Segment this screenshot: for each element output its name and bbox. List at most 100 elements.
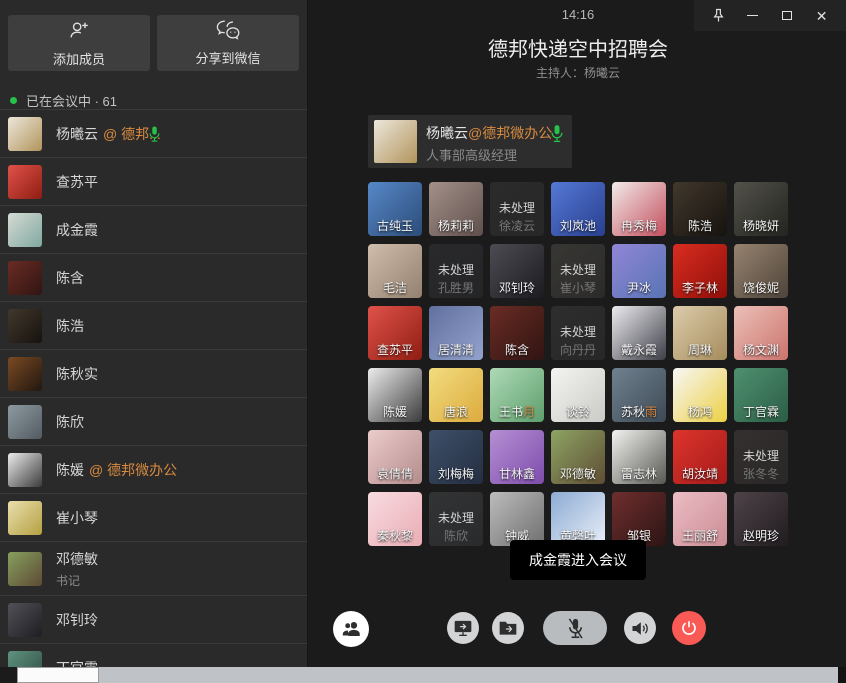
member-row[interactable]: 陈含 <box>0 253 307 301</box>
share-file-button[interactable] <box>492 612 524 644</box>
add-member-label: 添加成员 <box>53 49 105 68</box>
member-name: 陈欣 <box>56 414 84 430</box>
participant-name: 周琳 <box>673 341 727 358</box>
participant-tile[interactable]: 王书月 <box>490 368 544 422</box>
speaker-volume-button[interactable] <box>624 612 656 644</box>
participant-tile[interactable]: 刘岚池 <box>551 182 605 236</box>
member-row[interactable]: 查苏平 <box>0 157 307 205</box>
screen-share-icon <box>453 618 473 638</box>
meeting-title: 德邦快递空中招聘会 <box>368 33 788 62</box>
mic-muted-icon <box>565 617 586 640</box>
participant-tile[interactable]: 刘梅梅 <box>429 430 483 484</box>
participant-tile[interactable]: 未处理张冬冬 <box>734 430 788 484</box>
participant-tile[interactable]: 杨鸿 <box>673 368 727 422</box>
participant-tile[interactable]: 袁倩倩 <box>368 430 422 484</box>
participant-tile[interactable]: 秦秋黎 <box>368 492 422 546</box>
horizontal-scrollbar[interactable] <box>0 667 846 683</box>
wechat-icon <box>216 19 240 43</box>
participant-tile[interactable]: 冉秀梅 <box>612 182 666 236</box>
member-name: 杨曦云 <box>56 126 98 142</box>
participant-tile[interactable]: 未处理陈欣 <box>429 492 483 546</box>
participant-tile[interactable]: 黄磬叶 <box>551 492 605 546</box>
close-icon: ✕ <box>816 9 828 23</box>
participant-tile[interactable]: 未处理徐凌云 <box>490 182 544 236</box>
participant-tile[interactable]: 古纯玉 <box>368 182 422 236</box>
participant-name: 向丹丹 <box>551 341 605 358</box>
member-row[interactable]: 邓钊玲 <box>0 595 307 643</box>
participant-tile[interactable]: 甘林鑫 <box>490 430 544 484</box>
participant-tile[interactable]: 未处理孔胜男 <box>429 244 483 298</box>
participant-tile[interactable]: 毛洁 <box>368 244 422 298</box>
participant-tile[interactable]: 王丽舒 <box>673 492 727 546</box>
member-row[interactable]: 邓德敏书记 <box>0 541 307 595</box>
participant-tile[interactable]: 赵明珍 <box>734 492 788 546</box>
scrollbar-corner-right <box>838 667 846 683</box>
member-row[interactable]: 陈欣 <box>0 397 307 445</box>
participant-tile[interactable]: 苏秋雨 <box>612 368 666 422</box>
participant-tile[interactable]: 戴永霞 <box>612 306 666 360</box>
scrollbar-corner-left <box>0 667 17 683</box>
scrollbar-thumb[interactable] <box>17 667 99 683</box>
participant-tile[interactable]: 饶俊妮 <box>734 244 788 298</box>
members-button[interactable] <box>333 611 369 647</box>
member-row[interactable]: 陈浩 <box>0 301 307 349</box>
participant-tile[interactable]: 谈铃 <box>551 368 605 422</box>
participant-name: 徐凌云 <box>490 217 544 234</box>
meeting-main: ✕ 14:16 德邦快递空中招聘会 主持人：杨曦云 杨曦云@德邦微办公 人事部高… <box>308 0 846 667</box>
leave-meeting-button[interactable] <box>672 611 706 645</box>
participant-name: 居清清 <box>429 341 483 358</box>
participant-tile[interactable]: 李子林 <box>673 244 727 298</box>
member-avatar <box>8 552 42 586</box>
participant-tile[interactable]: 未处理向丹丹 <box>551 306 605 360</box>
member-name: 陈含 <box>56 270 84 286</box>
unprocessed-badge: 未处理 <box>551 323 605 340</box>
participant-tile[interactable]: 陈浩 <box>673 182 727 236</box>
participant-tile[interactable]: 杨莉莉 <box>429 182 483 236</box>
active-speaker-card[interactable]: 杨曦云@德邦微办公 人事部高级经理 <box>368 115 572 168</box>
speaker-name: 杨曦云 <box>426 125 468 141</box>
member-name: 查苏平 <box>56 174 98 190</box>
participant-tile[interactable]: 陈媛 <box>368 368 422 422</box>
participant-tile[interactable]: 尹冰 <box>612 244 666 298</box>
speaker-mention: @德邦微办公 <box>468 125 552 141</box>
member-row[interactable]: 崔小琴 <box>0 493 307 541</box>
participant-tile[interactable]: 杨文渊 <box>734 306 788 360</box>
participant-tile[interactable]: 居清清 <box>429 306 483 360</box>
participant-tile[interactable]: 雷志林 <box>612 430 666 484</box>
participant-name: 丁官霖 <box>734 403 788 420</box>
participant-tile[interactable]: 陈含 <box>490 306 544 360</box>
participant-name: 陈欣 <box>429 527 483 544</box>
participant-tile[interactable]: 邓德敏 <box>551 430 605 484</box>
member-row[interactable]: 陈媛@ 德邦微办公 <box>0 445 307 493</box>
participant-tile[interactable]: 钟威 <box>490 492 544 546</box>
participant-tile[interactable]: 丁官霖 <box>734 368 788 422</box>
participant-name: 杨莉莉 <box>429 217 483 234</box>
join-toast: 成金霞进入会议 <box>510 540 646 580</box>
screen-share-button[interactable] <box>447 612 479 644</box>
microphone-muted-button[interactable] <box>543 611 607 645</box>
participant-tile[interactable]: 未处理崔小琴 <box>551 244 605 298</box>
participant-tile[interactable]: 邓钊玲 <box>490 244 544 298</box>
mic-on-icon <box>148 125 161 142</box>
participant-tile[interactable]: 邹银 <box>612 492 666 546</box>
participant-name: 苏秋雨 <box>612 403 666 420</box>
member-row[interactable]: 杨曦云@ 德邦... <box>0 109 307 157</box>
power-icon <box>680 619 698 637</box>
share-to-wechat-button[interactable]: 分享到微信 <box>157 15 299 71</box>
participant-name: 谈铃 <box>551 403 605 420</box>
add-member-button[interactable]: 添加成员 <box>8 15 150 71</box>
participant-name: 王丽舒 <box>673 527 727 544</box>
participant-name: 袁倩倩 <box>368 465 422 482</box>
participant-tile[interactable]: 查苏平 <box>368 306 422 360</box>
member-row[interactable]: 成金霞 <box>0 205 307 253</box>
participant-tile[interactable]: 唐浪 <box>429 368 483 422</box>
participant-tile[interactable]: 周琳 <box>673 306 727 360</box>
participant-tile[interactable]: 胡汝靖 <box>673 430 727 484</box>
sidebar-actions: 添加成员 分享到微信 <box>8 15 299 71</box>
member-row[interactable]: 丁官霖 <box>0 643 307 667</box>
close-button[interactable]: ✕ <box>812 6 832 26</box>
unprocessed-badge: 未处理 <box>429 261 483 278</box>
participant-tile[interactable]: 杨晓妍 <box>734 182 788 236</box>
participant-name: 唐浪 <box>429 403 483 420</box>
member-row[interactable]: 陈秋实 <box>0 349 307 397</box>
